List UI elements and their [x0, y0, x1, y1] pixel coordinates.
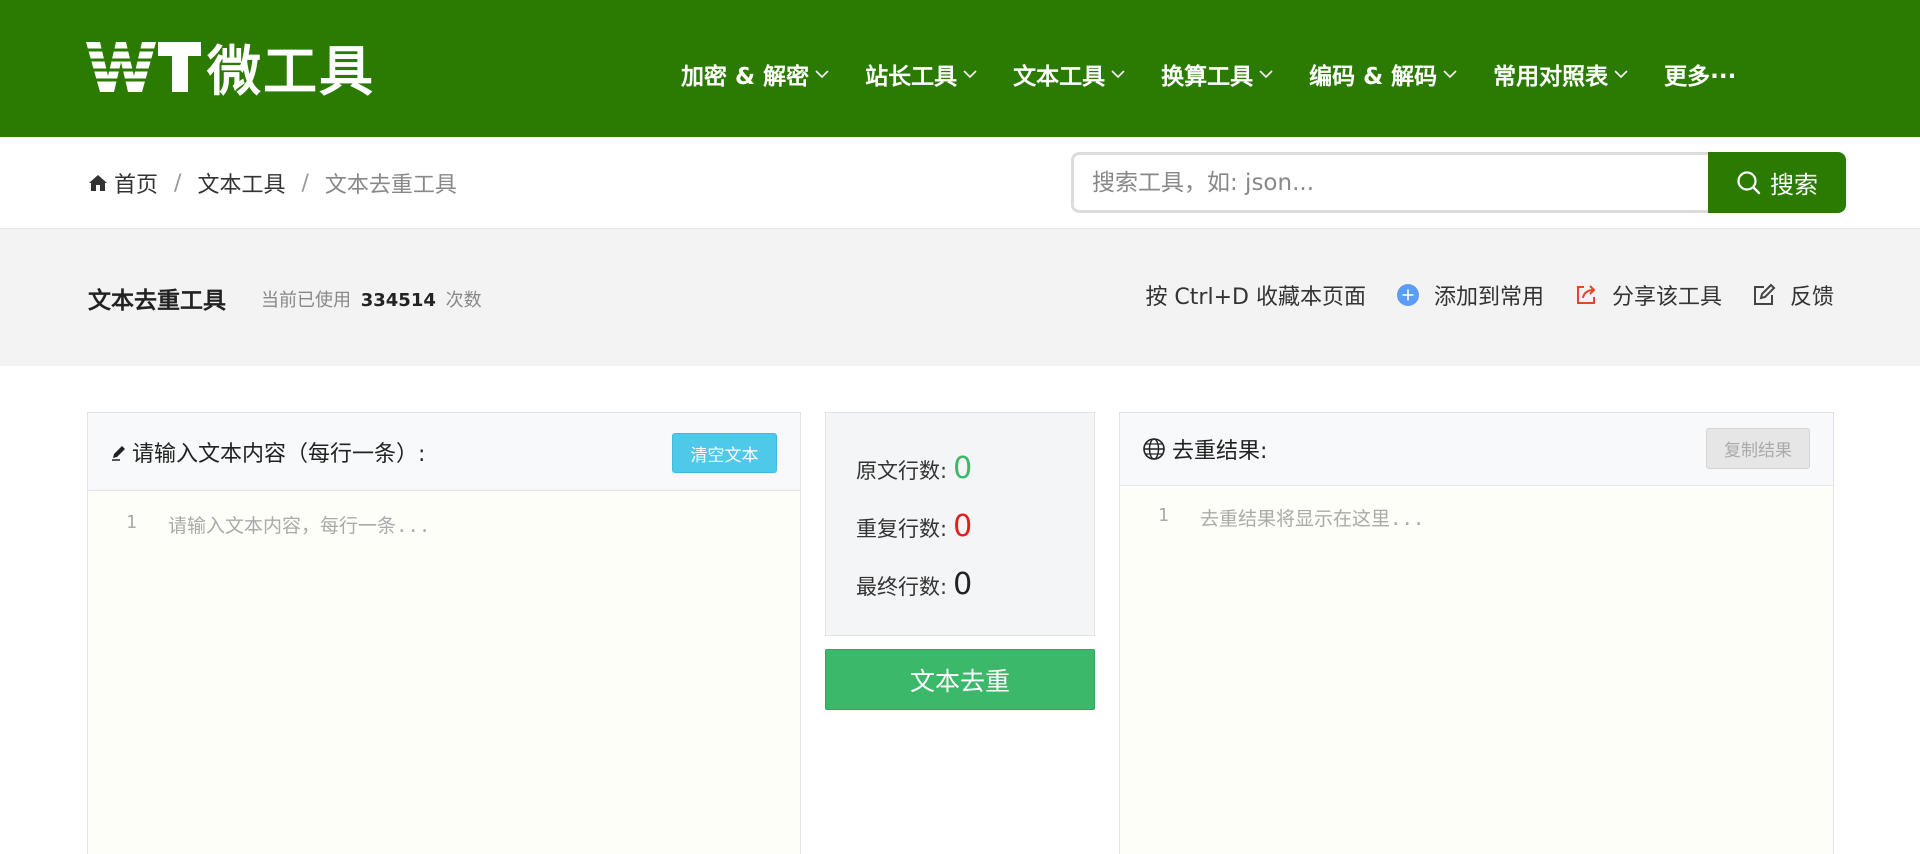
nav-item-label: 站长工具	[865, 64, 958, 90]
top-header: 微工具 加密 & 解密 站长工具 文本工具 换算工具 编码 & 解码 常用对照表…	[0, 0, 1920, 137]
search-button[interactable]: 搜索	[1708, 152, 1846, 213]
result-editor[interactable]: 1 去重结果将显示在这里...	[1120, 487, 1833, 854]
chevron-down-icon	[1111, 70, 1125, 79]
search-button-label: 搜索	[1770, 171, 1818, 199]
bookmark-hint: 按 Ctrl+D 收藏本页面	[1145, 279, 1366, 311]
add-to-common-button[interactable]: 添加到常用	[1396, 279, 1544, 311]
stat-original-lines: 原文行数: 0	[856, 451, 972, 486]
plus-circle-icon	[1396, 284, 1419, 306]
nav-item-encode[interactable]: 编码 & 解码	[1309, 57, 1457, 91]
nav-item-label: 加密 & 解密	[681, 64, 810, 90]
line-number: 1	[126, 512, 137, 533]
stat-final-lines: 最终行数: 0	[856, 567, 972, 602]
usage-count: 334514	[360, 290, 436, 311]
page-title: 文本去重工具	[88, 288, 226, 314]
share-icon	[1576, 285, 1596, 304]
home-icon	[89, 175, 107, 191]
usage-suffix: 次数	[445, 290, 482, 311]
breadcrumb-current: 文本去重工具	[324, 173, 457, 198]
result-panel-header: 去重结果: 复制结果	[1120, 413, 1833, 486]
nav-item-label: 文本工具	[1013, 64, 1106, 90]
search-icon	[1737, 170, 1761, 194]
site-logo[interactable]: 微工具	[86, 36, 375, 103]
feedback-button[interactable]: 反馈	[1752, 279, 1834, 311]
result-panel-title-label: 去重结果:	[1172, 439, 1268, 464]
input-panel-title-label: 请输入文本内容（每行一条）:	[132, 441, 426, 467]
stat-label: 原文行数:	[856, 459, 948, 483]
result-placeholder: 去重结果将显示在这里...	[1200, 508, 1425, 530]
search-input[interactable]	[1071, 152, 1708, 213]
stat-label: 重复行数:	[856, 517, 948, 541]
line-number: 1	[1158, 505, 1169, 526]
result-panel-title: 去重结果:	[1142, 433, 1267, 465]
bookmark-hint-label: 按 Ctrl+D 收藏本页面	[1145, 285, 1366, 310]
breadcrumb-section[interactable]: 文本工具	[197, 167, 285, 199]
main-nav: 加密 & 解密 站长工具 文本工具 换算工具 编码 & 解码 常用对照表 更多·…	[681, 54, 1736, 94]
nav-item-label: 编码 & 解码	[1309, 64, 1438, 90]
search-box: 搜索	[1071, 152, 1846, 213]
stat-value-original: 0	[953, 451, 973, 486]
breadcrumb-search-bar: 首页 / 文本工具 / 文本去重工具 搜索	[0, 137, 1920, 229]
chevron-down-icon	[1614, 70, 1628, 79]
nav-item-reference[interactable]: 常用对照表	[1493, 57, 1628, 91]
edit-icon	[1753, 283, 1776, 305]
breadcrumb-separator: /	[301, 170, 309, 196]
globe-icon	[1143, 438, 1165, 460]
nav-item-more[interactable]: 更多···	[1664, 57, 1736, 91]
nav-item-label: 常用对照表	[1493, 64, 1609, 90]
usage-prefix: 当前已使用	[261, 290, 351, 311]
nav-item-text-tools[interactable]: 文本工具	[1013, 57, 1125, 91]
breadcrumb-home[interactable]: 首页	[88, 167, 158, 199]
input-editor[interactable]: 1 请输入文本内容，每行一条...	[88, 492, 800, 854]
nav-item-encrypt[interactable]: 加密 & 解密	[681, 57, 829, 91]
stat-value-final: 0	[953, 567, 973, 602]
breadcrumb-separator: /	[174, 170, 182, 196]
tool-actions: 按 Ctrl+D 收藏本页面 添加到常用 分享该工具 反馈	[1145, 279, 1834, 311]
share-button[interactable]: 分享该工具	[1574, 279, 1722, 311]
breadcrumb: 首页 / 文本工具 / 文本去重工具	[88, 167, 457, 199]
breadcrumb-home-label: 首页	[114, 173, 159, 198]
add-to-common-label: 添加到常用	[1433, 285, 1544, 310]
logo-mark-icon	[86, 42, 201, 92]
stat-duplicate-lines: 重复行数: 0	[856, 509, 972, 544]
nav-item-convert[interactable]: 换算工具	[1161, 57, 1273, 91]
tool-title-bar: 文本去重工具 当前已使用 334514 次数 按 Ctrl+D 收藏本页面 添加…	[0, 229, 1920, 366]
pencil-icon	[112, 445, 125, 461]
stat-value-duplicate: 0	[953, 509, 973, 544]
share-label: 分享该工具	[1611, 285, 1722, 310]
nav-item-label: 更多···	[1664, 64, 1737, 90]
copy-result-button[interactable]: 复制结果	[1706, 428, 1810, 469]
chevron-down-icon	[963, 70, 977, 79]
dedupe-button[interactable]: 文本去重	[825, 649, 1095, 710]
stats-panel: 原文行数: 0 重复行数: 0 最终行数: 0	[825, 412, 1095, 636]
usage-counter: 当前已使用 334514 次数	[261, 286, 482, 312]
clear-text-button[interactable]: 清空文本	[672, 433, 777, 473]
stat-label: 最终行数:	[856, 575, 948, 599]
nav-item-webmaster[interactable]: 站长工具	[865, 57, 977, 91]
input-panel-title: 请输入文本内容（每行一条）:	[110, 436, 425, 468]
input-placeholder: 请输入文本内容，每行一条...	[168, 515, 431, 537]
chevron-down-icon	[815, 70, 829, 79]
chevron-down-icon	[1443, 70, 1457, 79]
input-panel: 请输入文本内容（每行一条）: 清空文本 1 请输入文本内容，每行一条...	[87, 412, 801, 854]
input-panel-header: 请输入文本内容（每行一条）: 清空文本	[88, 413, 800, 491]
nav-item-label: 换算工具	[1161, 64, 1254, 90]
feedback-label: 反馈	[1789, 285, 1834, 310]
result-panel: 去重结果: 复制结果 1 去重结果将显示在这里...	[1119, 412, 1834, 854]
logo-text: 微工具	[207, 39, 375, 103]
chevron-down-icon	[1259, 70, 1273, 79]
